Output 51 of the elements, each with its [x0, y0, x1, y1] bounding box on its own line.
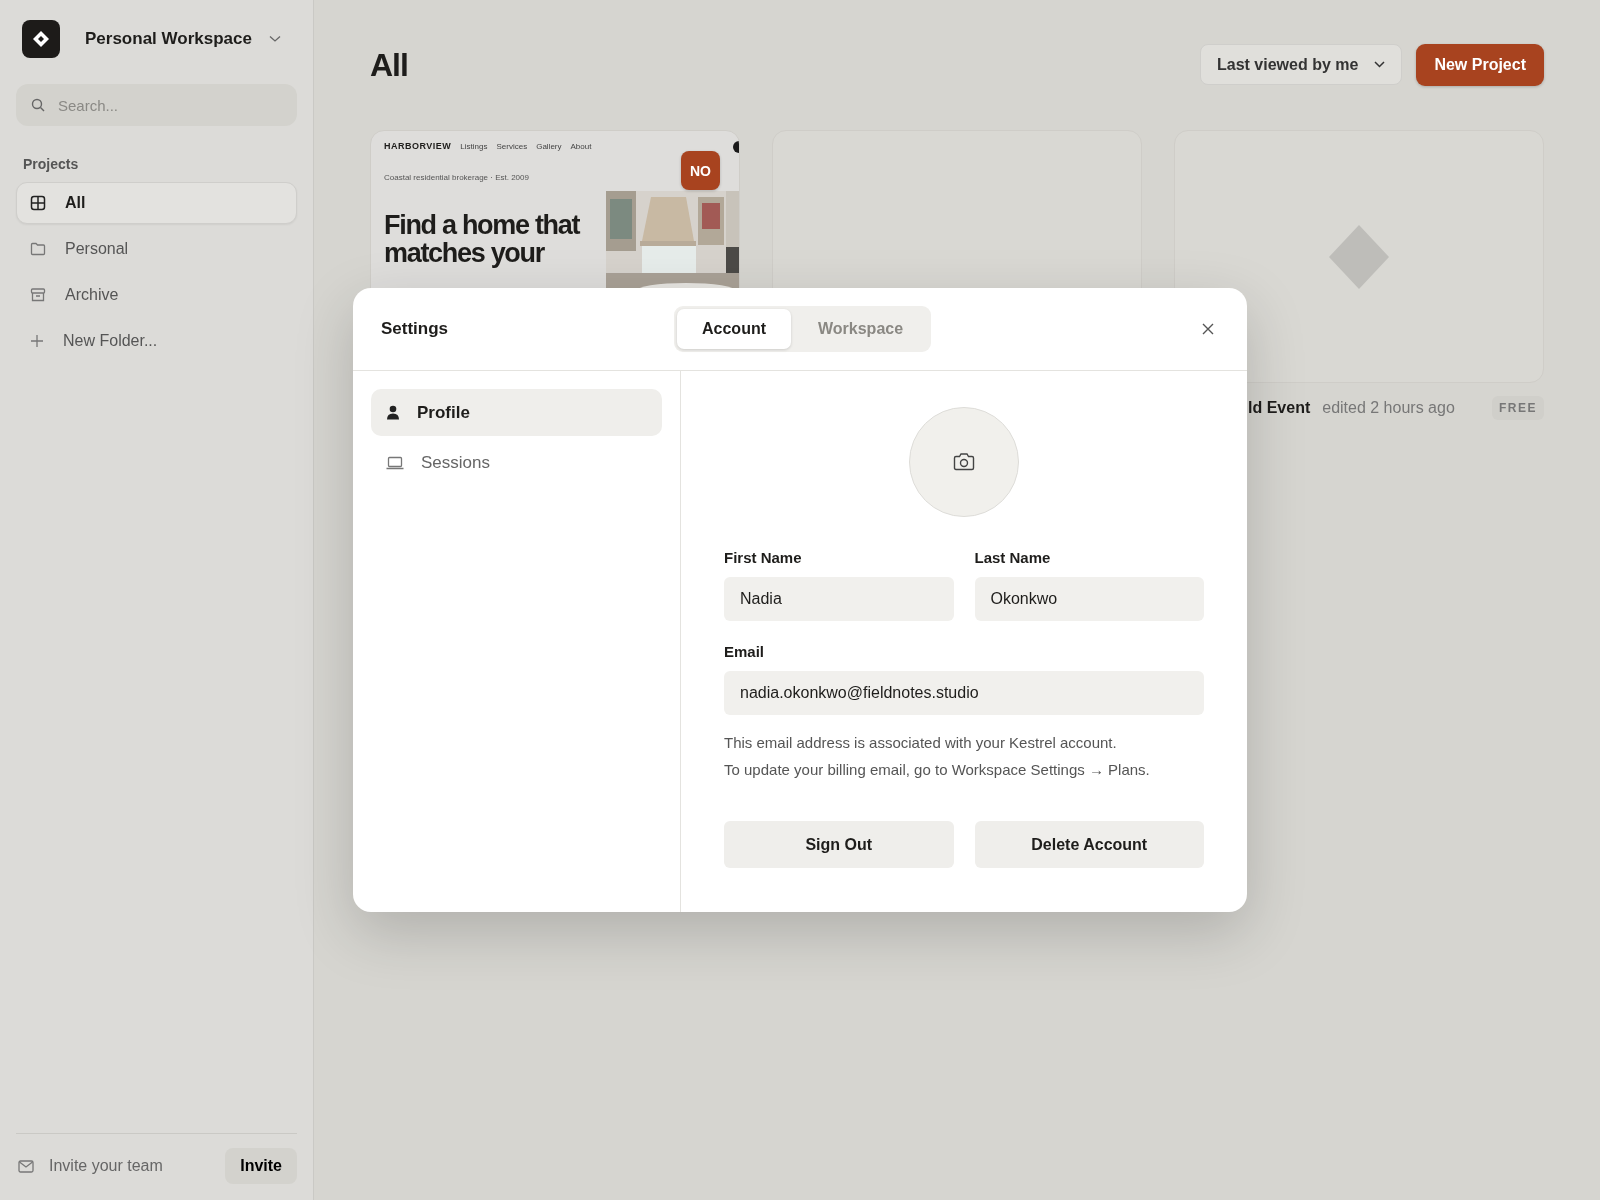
sidebar-item[interactable]: Personal [16, 228, 297, 270]
folder-icon [30, 242, 46, 256]
plan-badge: FREE [1492, 396, 1544, 420]
sidebar-item[interactable]: Archive [16, 274, 297, 316]
close-icon[interactable] [1201, 322, 1215, 336]
chevron-down-icon[interactable] [269, 35, 281, 43]
sidebar-item[interactable]: New Folder... [16, 320, 297, 362]
help-text: To update your billing email, go to Workspace Settings → Plans. [724, 760, 1151, 780]
new-project-button[interactable]: New Project [1416, 44, 1544, 86]
logo-icon [22, 20, 60, 58]
tab[interactable]: Account [677, 309, 791, 349]
action-button[interactable]: Sign Out [724, 821, 954, 868]
search-icon [31, 98, 45, 112]
chevron-down-icon [1374, 61, 1386, 68]
search-field[interactable]: Search... [16, 84, 297, 126]
workspace-name[interactable]: Personal Workspace [85, 29, 269, 49]
user-avatar: NO [681, 151, 720, 190]
site-link: About [570, 141, 592, 151]
site-tagline: Coastal residential brokerage · Est. 2009 [384, 173, 529, 182]
field-label: Last Name [974, 549, 1052, 566]
project-title: ld Event [1248, 399, 1311, 417]
field-label: Email [724, 643, 766, 660]
laptop-icon [386, 455, 404, 470]
plus-icon [30, 334, 44, 348]
page-title: All [370, 46, 408, 84]
mail-icon [18, 1159, 34, 1173]
sort-dropdown[interactable]: Last viewed by me [1200, 44, 1403, 85]
sidebar-item[interactable]: All [16, 182, 297, 224]
edited-time: edited 2 hours ago [1322, 399, 1455, 417]
diamond-icon [1329, 224, 1389, 289]
field-label: First Name [724, 549, 803, 566]
invite-text: Invite your team [49, 1157, 164, 1175]
site-link: Listings [460, 141, 488, 151]
site-link: Gallery [536, 141, 562, 151]
section-title: Projects [23, 156, 80, 172]
invite-button[interactable]: Invite [225, 1148, 297, 1184]
archive-icon [30, 287, 46, 303]
site-brand: HARBORVIEW [384, 141, 452, 151]
help-text: This email address is associated with your Kestrel account. [724, 733, 1118, 753]
camera-icon [953, 453, 975, 471]
settings-nav-item[interactable]: Sessions [371, 439, 662, 486]
settings-nav-item[interactable]: Profile [371, 389, 662, 436]
input-field[interactable]: Nadia [724, 577, 954, 621]
dialog-title: Settings [381, 319, 450, 339]
grid-icon [30, 195, 46, 211]
action-button[interactable]: Delete Account [974, 821, 1204, 868]
input-field[interactable]: Okonkwo [974, 577, 1204, 621]
site-link: Services [496, 141, 528, 151]
person-icon [386, 405, 400, 420]
site-headline: Find a home that matches your [384, 211, 581, 267]
input-field[interactable]: nadia.okonkwo@fieldnotes.studio [724, 671, 1204, 715]
